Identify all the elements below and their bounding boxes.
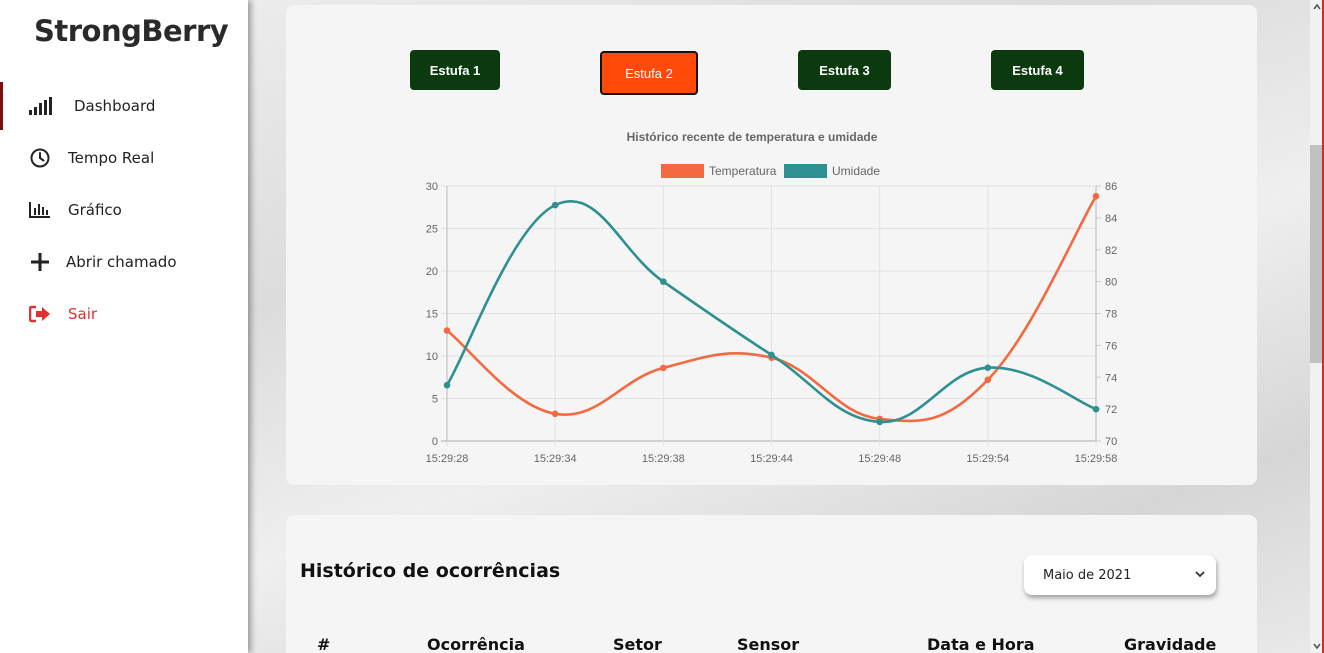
y-right-tick-label: 78 [1105,309,1117,321]
x-tick-label: 15:29:28 [426,453,469,465]
y-left-tick-label: 10 [426,351,438,363]
bar-chart-icon [27,199,53,221]
column-header-number: # [317,635,331,653]
data-point-umidade [551,201,559,209]
y-left-tick-label: 0 [432,436,438,448]
chevron-down-icon [1194,568,1206,584]
y-right-tick-label: 82 [1105,245,1117,257]
sidebar-item-grafico[interactable]: Gráfico [0,186,248,234]
legend-label-umidade[interactable]: Umidade [832,164,880,178]
chart-legend: Temperatura Umidade [661,164,880,178]
line-chart: Histórico recente de temperatura e umida… [426,130,1118,465]
data-point-temperatura [443,327,451,334]
sidebar-item-label: Abrir chamado [66,253,177,271]
x-tick-label: 15:29:38 [642,453,685,465]
sidebar-item-dashboard[interactable]: Dashboard [0,82,248,130]
sidebar-item-abrir-chamado[interactable]: Abrir chamado [0,238,248,286]
data-point-umidade [660,278,667,285]
y-right-tick-label: 76 [1105,340,1117,352]
data-point-temperatura [984,376,992,384]
y-left-tick-label: 30 [426,181,438,193]
data-point-umidade [443,381,451,389]
sign-out-icon [27,303,53,325]
legend-swatch-temperatura [661,164,704,178]
data-point-temperatura [1092,192,1100,200]
brand-logo: StrongBerry [34,14,229,48]
sidebar-item-label: Dashboard [74,97,156,115]
column-header-data-hora: Data e Hora [927,635,1035,653]
data-point-umidade [876,418,883,426]
x-tick-label: 15:29:48 [858,453,901,465]
column-header-ocorrencia: Ocorrência [427,635,525,653]
sidebar: StrongBerry Dashboard Tempo Real Gráfico… [0,0,248,653]
x-tick-label: 15:29:44 [750,453,793,465]
month-select[interactable]: Maio de 2021 [1024,555,1216,595]
signal-bars-icon [28,95,54,117]
data-point-temperatura [660,364,667,372]
sidebar-item-tempo-real[interactable]: Tempo Real [0,134,248,182]
month-select-value: Maio de 2021 [1043,567,1132,583]
section-title: Histórico de ocorrências [300,560,561,582]
ocorrencias-card: Histórico de ocorrências Maio de 2021 # … [286,515,1257,653]
x-tick-label: 15:29:58 [1075,453,1118,465]
y-right-tick-label: 80 [1105,277,1117,289]
legend-label-temperatura[interactable]: Temperatura [709,164,777,178]
y-right-tick-label: 84 [1105,213,1117,225]
chart-grid [441,185,1101,446]
y-right-tick-label: 72 [1105,404,1117,416]
data-point-umidade [768,351,775,359]
legend-swatch-umidade [784,164,827,178]
plus-icon [27,251,53,273]
sidebar-item-label: Sair [68,305,98,323]
column-header-gravidade: Gravidade [1124,635,1217,653]
y-left-tick-label: 5 [432,394,438,406]
y-left-tick-label: 25 [426,224,438,236]
column-header-sensor: Sensor [737,635,800,653]
clock-icon [27,147,53,169]
y-left-tick-label: 20 [426,266,438,278]
x-tick-label: 15:29:34 [534,453,577,465]
data-point-temperatura [551,410,559,418]
data-point-umidade [984,364,992,371]
scroll-up-icon[interactable] [1312,2,1322,12]
chart-title: Histórico recente de temperatura e umida… [627,130,878,144]
data-point-umidade [1092,405,1100,413]
column-header-setor: Setor [613,635,662,653]
sidebar-item-sair[interactable]: Sair [0,290,248,338]
x-tick-label: 15:29:54 [966,453,1009,465]
sidebar-item-label: Gráfico [68,201,122,219]
scrollbar-thumb[interactable] [1310,145,1322,363]
y-left-tick-label: 15 [426,309,438,321]
y-right-tick-label: 86 [1105,181,1117,193]
scroll-down-icon[interactable] [1312,641,1322,651]
y-right-tick-label: 70 [1105,436,1117,448]
chart-card: Estufa 1 Estufa 2 Estufa 3 Estufa 4 Hist… [286,5,1257,485]
y-right-tick-label: 74 [1105,372,1117,384]
sidebar-item-label: Tempo Real [68,149,155,167]
